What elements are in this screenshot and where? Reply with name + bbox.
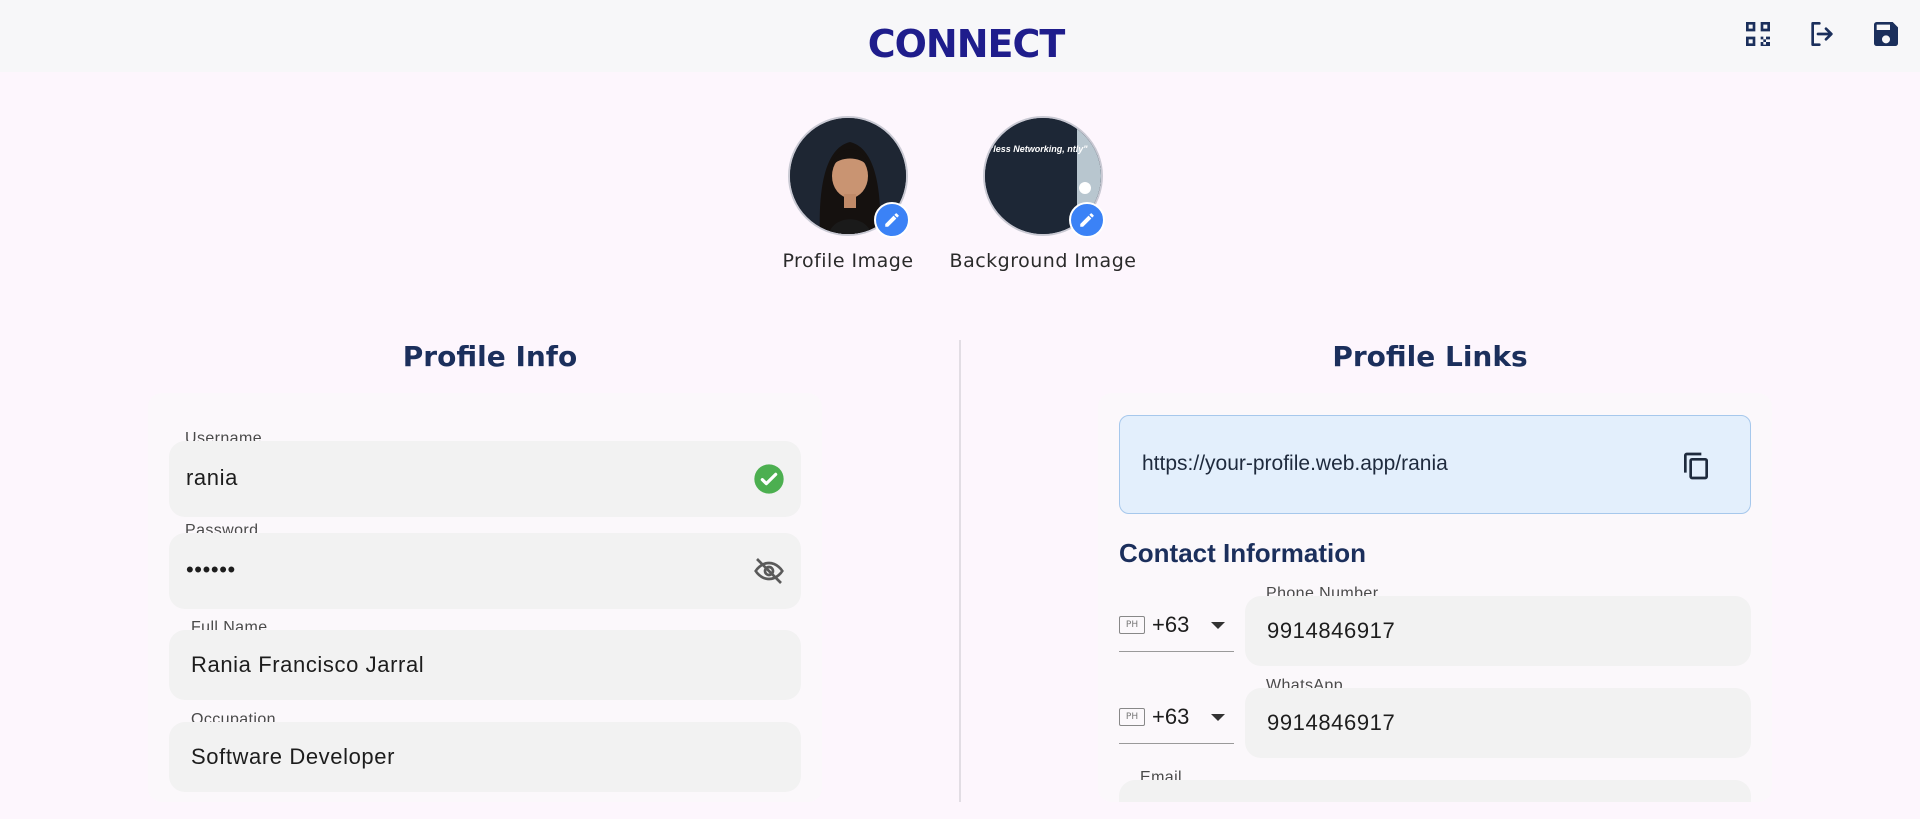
occupation-value: Software Developer <box>191 744 396 769</box>
pencil-icon <box>885 213 899 227</box>
app-logo: CONNECT <box>860 22 1072 66</box>
pencil-icon <box>1080 213 1094 227</box>
ph-flag-icon: PH <box>1119 708 1145 726</box>
profile-image-label: Profile Image <box>782 250 914 272</box>
profile-url-box: https://your-profile.web.app/rania <box>1119 415 1751 514</box>
page-bottom-edge <box>0 802 1920 819</box>
password-field[interactable]: •••••• <box>169 533 801 609</box>
profile-info-title: Profile Info <box>402 340 578 373</box>
logo-text: CONNECT <box>867 22 1066 66</box>
contact-information-title: Contact Information <box>1119 538 1366 568</box>
save-icon[interactable] <box>1870 18 1902 50</box>
edit-profile-image-button[interactable] <box>874 202 910 238</box>
phone-country-code: +63 <box>1152 612 1190 637</box>
profile-image-container <box>788 116 910 238</box>
username-field[interactable]: rania <box>169 441 801 517</box>
whatsapp-field[interactable]: 9914846917 <box>1245 688 1751 758</box>
phone-number-field[interactable]: 9914846917 <box>1245 596 1751 666</box>
profile-info-card: Username rania Password •••••• Full Name… <box>148 393 822 802</box>
email-field[interactable] <box>1119 780 1751 802</box>
profile-url-text[interactable]: https://your-profile.web.app/rania <box>1142 452 1448 476</box>
full-name-field[interactable]: Rania Francisco Jarral <box>169 630 801 700</box>
background-image-container: "less Networking, ntly" <box>983 116 1105 238</box>
app-header: CONNECT <box>0 0 1920 72</box>
whatsapp-country-select[interactable]: PH +63 <box>1119 688 1234 744</box>
background-image-label: Background Image <box>949 250 1137 272</box>
dropdown-arrow-icon <box>1211 622 1225 629</box>
username-value: rania <box>186 465 238 490</box>
profile-links-title: Profile Links <box>1332 340 1528 373</box>
whatsapp-country-code: +63 <box>1152 704 1190 729</box>
phone-number-value: 9914846917 <box>1267 618 1396 643</box>
edit-background-image-button[interactable] <box>1069 202 1105 238</box>
dropdown-arrow-icon <box>1211 714 1225 721</box>
full-name-value: Rania Francisco Jarral <box>191 652 425 677</box>
phone-country-select[interactable]: PH +63 <box>1119 596 1234 652</box>
whatsapp-value: 9914846917 <box>1267 710 1396 735</box>
logout-icon[interactable] <box>1806 18 1838 50</box>
ph-flag-icon: PH <box>1119 616 1145 634</box>
qr-code-icon[interactable] <box>1742 18 1774 50</box>
occupation-field[interactable]: Software Developer <box>169 722 801 792</box>
check-circle-icon <box>753 463 785 495</box>
visibility-off-icon[interactable] <box>753 555 785 587</box>
copy-icon[interactable] <box>1680 450 1712 482</box>
password-value: •••••• <box>186 557 236 582</box>
section-divider <box>959 340 961 802</box>
background-overlay-text: "less Networking, ntly" <box>989 144 1088 154</box>
